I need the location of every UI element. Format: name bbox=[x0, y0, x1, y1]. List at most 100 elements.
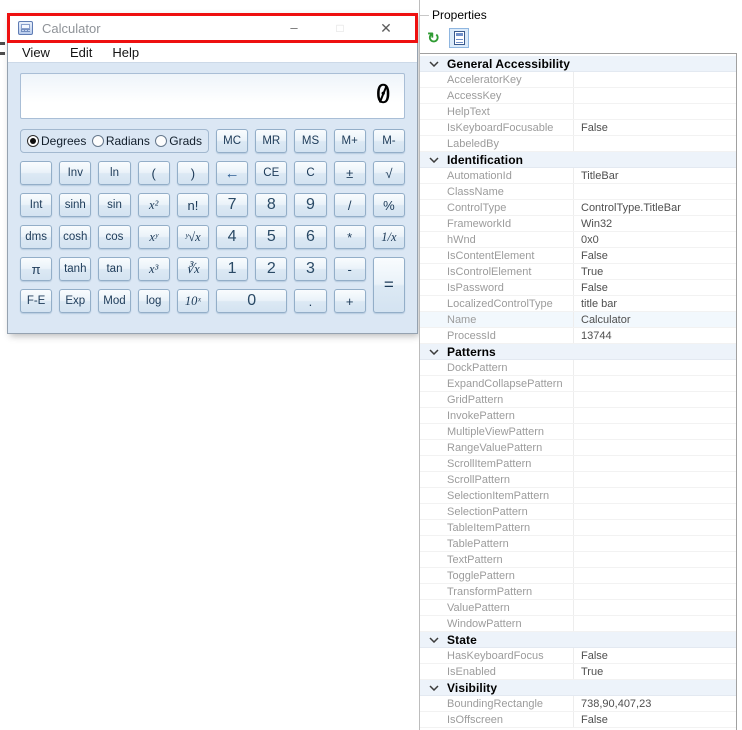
property-row[interactable]: IsKeyboardFocusable False bbox=[420, 120, 736, 136]
calc-key-memory-clear[interactable]: MC bbox=[216, 129, 249, 153]
calc-key-clear-entry[interactable]: CE bbox=[255, 161, 288, 185]
calc-key-log[interactable]: log bbox=[137, 289, 170, 313]
calc-key-decimal[interactable]: . bbox=[294, 289, 327, 313]
calc-key-memory-subtract[interactable]: M- bbox=[372, 129, 405, 153]
calc-key-sinh[interactable]: sinh bbox=[59, 193, 92, 217]
calc-key-add[interactable]: + bbox=[333, 289, 366, 313]
calc-key-mod[interactable]: Mod bbox=[98, 289, 131, 313]
property-row[interactable]: LocalizedControlType title bar bbox=[420, 296, 736, 312]
angle-radio-grads[interactable]: Grads bbox=[155, 134, 202, 148]
property-row[interactable]: GridPattern bbox=[420, 392, 736, 408]
calc-key-blank[interactable] bbox=[20, 161, 53, 185]
property-row[interactable]: TablePattern bbox=[420, 536, 736, 552]
property-row[interactable]: ClassName bbox=[420, 184, 736, 200]
calc-key-4[interactable]: 4 bbox=[216, 225, 249, 249]
calc-key-tanh[interactable]: tanh bbox=[59, 257, 92, 281]
calc-key-pi[interactable]: π bbox=[20, 257, 53, 281]
chevron-down-icon[interactable] bbox=[420, 348, 447, 355]
chevron-down-icon[interactable] bbox=[420, 156, 447, 163]
property-row[interactable]: IsContentElement False bbox=[420, 248, 736, 264]
calc-key-sin[interactable]: sin bbox=[98, 193, 131, 217]
calc-key-exp[interactable]: Exp bbox=[59, 289, 92, 313]
property-row[interactable]: AccessKey bbox=[420, 88, 736, 104]
calc-key-cube-root[interactable]: ∛x bbox=[176, 257, 209, 281]
calc-key-reciprocal[interactable]: 1/x bbox=[372, 225, 405, 249]
close-button[interactable]: ✕ bbox=[363, 14, 409, 42]
calc-key-x-pow-y[interactable]: xʸ bbox=[137, 225, 170, 249]
property-row[interactable]: IsEnabled True bbox=[420, 664, 736, 680]
calc-key-clear[interactable]: C bbox=[294, 161, 327, 185]
property-row[interactable]: ControlType ControlType.TitleBar bbox=[420, 200, 736, 216]
property-row[interactable]: FrameworkId Win32 bbox=[420, 216, 736, 232]
property-row[interactable]: ScrollPattern bbox=[420, 472, 736, 488]
property-row[interactable]: LabeledBy bbox=[420, 136, 736, 152]
calc-key-2[interactable]: 2 bbox=[255, 257, 288, 281]
calc-key-6[interactable]: 6 bbox=[294, 225, 327, 249]
calc-key-x-cubed[interactable]: x³ bbox=[137, 257, 170, 281]
calculator-titlebar[interactable]: Calculator – □ ✕ bbox=[8, 14, 417, 42]
calc-key-9[interactable]: 9 bbox=[294, 193, 327, 217]
property-row[interactable]: IsPassword False bbox=[420, 280, 736, 296]
property-row[interactable]: InvokePattern bbox=[420, 408, 736, 424]
property-row[interactable]: SelectionItemPattern bbox=[420, 488, 736, 504]
property-row[interactable]: DockPattern bbox=[420, 360, 736, 376]
calc-key-memory-recall[interactable]: MR bbox=[255, 129, 288, 153]
calc-key-close-paren[interactable]: ) bbox=[176, 161, 209, 185]
menu-item-edit[interactable]: Edit bbox=[60, 45, 102, 60]
calc-key-subtract[interactable]: - bbox=[333, 257, 366, 281]
calc-key-backspace[interactable]: ← bbox=[216, 161, 249, 185]
property-row[interactable]: AcceleratorKey bbox=[420, 72, 736, 88]
chevron-down-icon[interactable] bbox=[420, 60, 447, 67]
property-row[interactable]: WindowPattern bbox=[420, 616, 736, 632]
maximize-button[interactable]: □ bbox=[317, 14, 363, 42]
property-row[interactable]: State bbox=[420, 632, 736, 648]
calc-key-10-pow-x[interactable]: 10ˣ bbox=[176, 289, 209, 313]
property-row[interactable]: ExpandCollapsePattern bbox=[420, 376, 736, 392]
calc-key-open-paren[interactable]: ( bbox=[137, 161, 170, 185]
chevron-down-icon[interactable] bbox=[420, 684, 447, 691]
property-row[interactable]: HelpText bbox=[420, 104, 736, 120]
angle-radio-radians[interactable]: Radians bbox=[91, 134, 150, 148]
calc-key-8[interactable]: 8 bbox=[255, 193, 288, 217]
property-row[interactable]: HasKeyboardFocus False bbox=[420, 648, 736, 664]
calc-key-memory-store[interactable]: MS bbox=[294, 129, 327, 153]
property-report-icon[interactable] bbox=[449, 28, 469, 48]
property-row[interactable]: TransformPattern bbox=[420, 584, 736, 600]
property-row[interactable]: TableItemPattern bbox=[420, 520, 736, 536]
calc-key-cos[interactable]: cos bbox=[98, 225, 131, 249]
calc-key-tan[interactable]: tan bbox=[98, 257, 131, 281]
property-row[interactable]: TogglePattern bbox=[420, 568, 736, 584]
property-row[interactable]: SelectionPattern bbox=[420, 504, 736, 520]
property-row[interactable]: AutomationId TitleBar bbox=[420, 168, 736, 184]
calc-key-1[interactable]: 1 bbox=[216, 257, 249, 281]
calc-key-fe[interactable]: F-E bbox=[20, 289, 53, 313]
property-row[interactable]: BoundingRectangle 738,90,407,23 bbox=[420, 696, 736, 712]
property-row[interactable]: IsControlElement True bbox=[420, 264, 736, 280]
property-row[interactable]: Name Calculator bbox=[420, 312, 736, 328]
property-row[interactable]: ProcessId 13744 bbox=[420, 328, 736, 344]
calc-key-natural-log[interactable]: ln bbox=[98, 161, 131, 185]
calc-key-cosh[interactable]: cosh bbox=[59, 225, 92, 249]
calc-key-percent[interactable]: % bbox=[372, 193, 405, 217]
calc-key-dms[interactable]: dms bbox=[20, 225, 53, 249]
menu-item-view[interactable]: View bbox=[12, 45, 60, 60]
angle-radio-degrees[interactable]: Degrees bbox=[27, 134, 86, 148]
property-row[interactable]: ScrollItemPattern bbox=[420, 456, 736, 472]
property-row[interactable]: MultipleViewPattern bbox=[420, 424, 736, 440]
calc-key-negate[interactable]: ± bbox=[333, 161, 366, 185]
calc-key-y-root[interactable]: ʸ√x bbox=[176, 225, 209, 249]
calc-key-7[interactable]: 7 bbox=[216, 193, 249, 217]
minimize-button[interactable]: – bbox=[271, 14, 317, 42]
calc-key-0[interactable]: 0 bbox=[216, 289, 288, 313]
property-row[interactable]: Patterns bbox=[420, 344, 736, 360]
calc-key-x-squared[interactable]: x² bbox=[137, 193, 170, 217]
chevron-down-icon[interactable] bbox=[420, 636, 447, 643]
calc-key-3[interactable]: 3 bbox=[294, 257, 327, 281]
calc-key-inverse[interactable]: Inv bbox=[59, 161, 92, 185]
property-row[interactable]: General Accessibility bbox=[420, 56, 736, 72]
property-row[interactable]: Identification bbox=[420, 152, 736, 168]
calc-key-divide[interactable]: / bbox=[333, 193, 366, 217]
calc-key-int[interactable]: Int bbox=[20, 193, 53, 217]
calc-key-multiply[interactable]: * bbox=[333, 225, 366, 249]
property-row[interactable]: TextPattern bbox=[420, 552, 736, 568]
